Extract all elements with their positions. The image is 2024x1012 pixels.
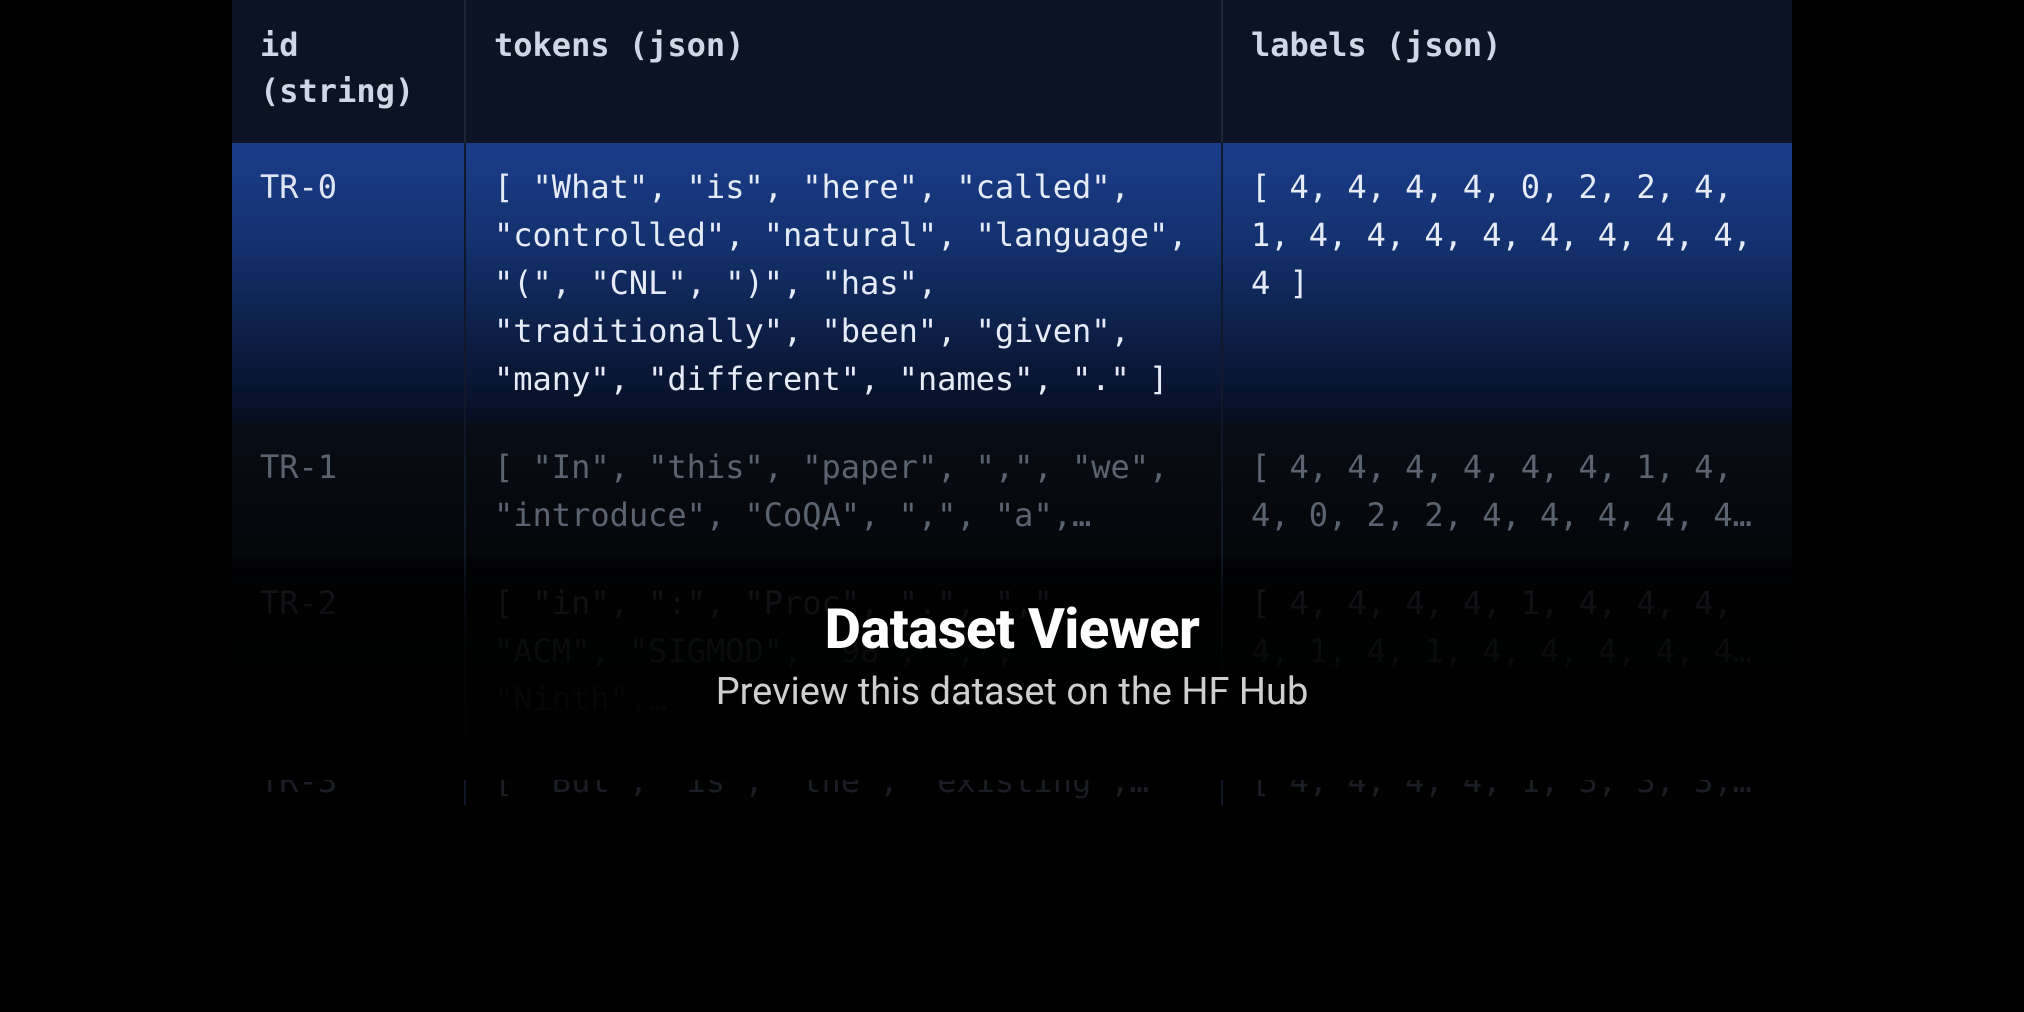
table-header-row: id (string) tokens (json) labels (json) [232,0,1792,143]
cell-labels: [ 4, 4, 4, 4, 4, 4, 1, 4, 4, 0, 2, 2, 4,… [1222,423,1792,559]
cell-tokens: [ "In", "this", "paper", ",", "we", "int… [465,423,1222,559]
cell-labels: [ 4, 4, 4, 4, 0, 2, 2, 4, 1, 4, 4, 4, 4,… [1222,143,1792,423]
column-header-tokens[interactable]: tokens (json) [465,0,1222,143]
cell-tokens: [ "But", "is", "the", "existing",… [465,743,1222,805]
column-header-id[interactable]: id (string) [232,0,465,143]
table-row[interactable]: TR-3 [ "But", "is", "the", "existing",… … [232,743,1792,805]
table-row[interactable]: TR-0 [ "What", "is", "here", "called", "… [232,143,1792,423]
cell-labels: [ 4, 4, 4, 4, 1, 3, 3, 3,… [1222,743,1792,805]
cell-id: TR-1 [232,423,465,559]
cell-tokens: [ "in", ":", "Proc", ".", ",", "ACM", "S… [465,559,1222,743]
table-row[interactable]: TR-1 [ "In", "this", "paper", ",", "we",… [232,423,1792,559]
cell-tokens: [ "What", "is", "here", "called", "contr… [465,143,1222,423]
cell-labels: [ 4, 4, 4, 4, 1, 4, 4, 4, 4, 1, 4, 1, 4,… [1222,559,1792,743]
cell-id: TR-2 [232,559,465,743]
dataset-table: id (string) tokens (json) labels (json) … [232,0,1792,805]
table-row[interactable]: TR-2 [ "in", ":", "Proc", ".", ",", "ACM… [232,559,1792,743]
cell-id: TR-3 [232,743,465,805]
cell-id: TR-0 [232,143,465,423]
column-header-labels[interactable]: labels (json) [1222,0,1792,143]
